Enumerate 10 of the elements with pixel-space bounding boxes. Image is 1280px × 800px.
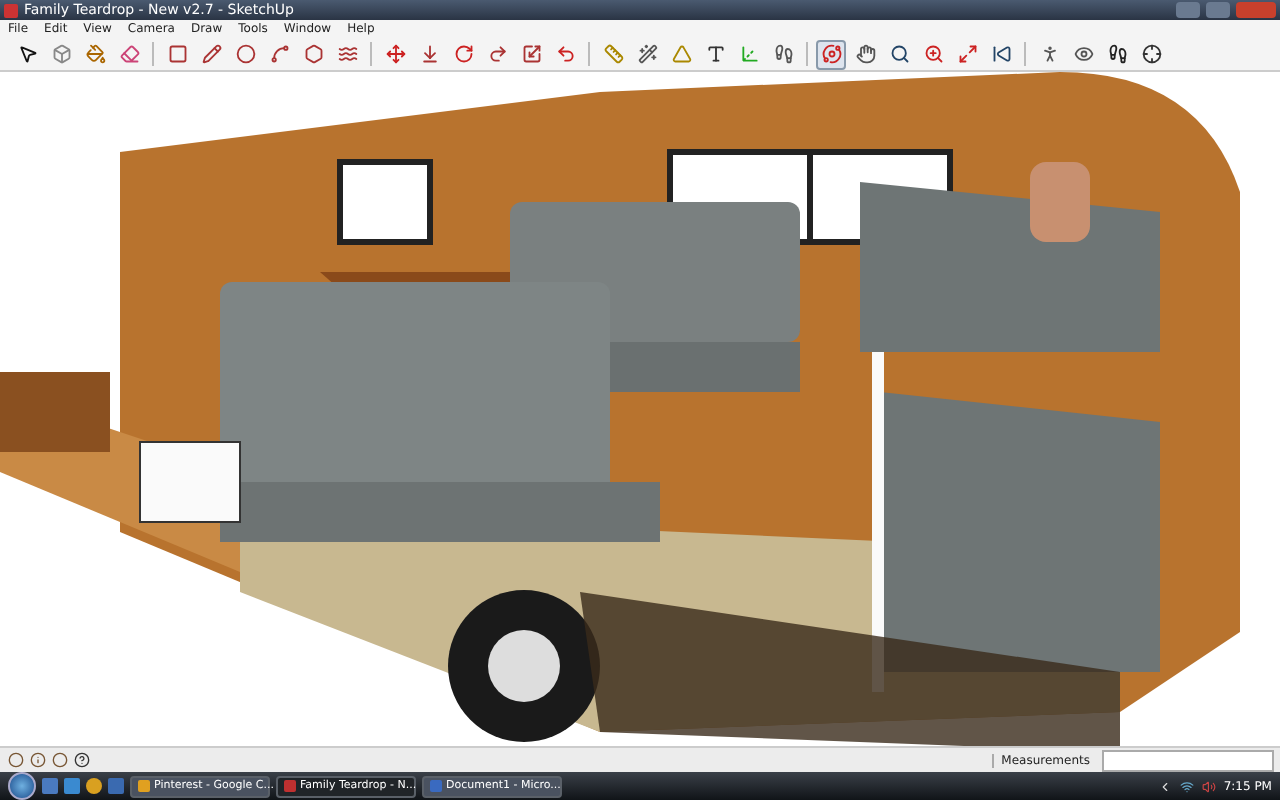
app-icon	[138, 780, 150, 792]
orbit-icon[interactable]	[816, 39, 846, 69]
help-icon[interactable]	[72, 751, 90, 769]
network-icon[interactable]	[1179, 778, 1196, 794]
app-icon	[284, 780, 296, 792]
measurements-field[interactable]	[1102, 749, 1274, 771]
start-button[interactable]	[8, 772, 36, 800]
app-icon	[430, 780, 442, 792]
speaker-icon[interactable]	[1201, 778, 1218, 794]
app-logo-icon	[4, 3, 18, 17]
